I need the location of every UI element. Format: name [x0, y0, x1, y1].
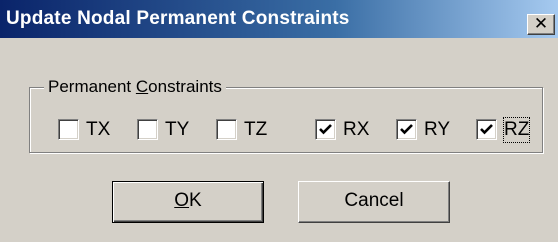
checkbox-rx-label: RX	[343, 119, 370, 140]
close-icon: ✕	[533, 14, 549, 34]
checkmark-icon	[400, 124, 413, 135]
checkbox-tz-label: TZ	[244, 119, 268, 140]
dialog-window: Update Nodal Permanent Constraints ✕ Per…	[0, 0, 558, 242]
window-title: Update Nodal Permanent Constraints	[6, 8, 350, 29]
checkbox-tx-box[interactable]	[58, 119, 79, 140]
checkbox-ry-box[interactable]	[396, 119, 417, 140]
checkmark-icon	[319, 124, 332, 135]
ok-button[interactable]: OK	[112, 181, 264, 223]
ok-mnemonic: O	[174, 190, 190, 211]
ok-label-rest: K	[189, 190, 202, 211]
checkbox-tx-label: TX	[86, 119, 111, 140]
checkbox-ry-label: RY	[424, 119, 451, 140]
group-label: Permanent Constraints	[44, 77, 226, 97]
title-bar[interactable]: Update Nodal Permanent Constraints ✕	[0, 0, 558, 38]
checkbox-tz-box[interactable]	[216, 119, 237, 140]
close-button[interactable]: ✕	[527, 14, 555, 35]
cancel-button[interactable]: Cancel	[298, 181, 450, 223]
checkmark-icon	[480, 124, 493, 135]
checkbox-ty-box[interactable]	[137, 119, 158, 140]
checkbox-rz-box[interactable]	[476, 119, 497, 140]
checkbox-rx-box[interactable]	[315, 119, 336, 140]
checkbox-rz-label: RZ	[502, 117, 531, 143]
checkbox-ty-label: TY	[165, 119, 190, 140]
